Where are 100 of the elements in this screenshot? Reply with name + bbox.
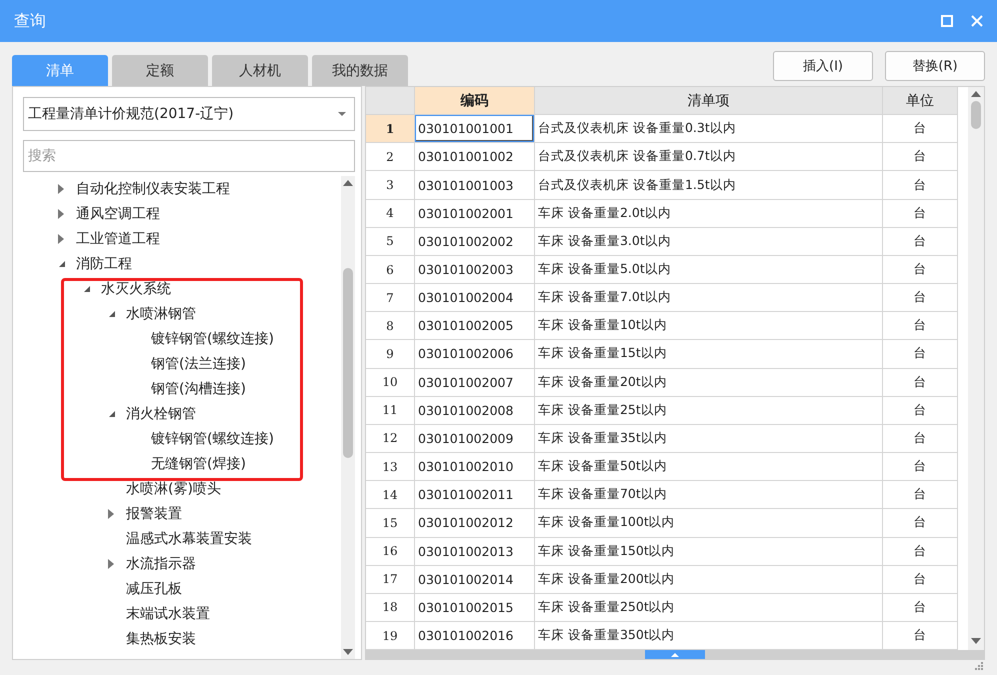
table-cell: 030101002010 bbox=[415, 453, 535, 482]
table-cell: 车床 设备重量15t以内 bbox=[535, 340, 883, 369]
table-cell: 030101002012 bbox=[415, 509, 535, 538]
column-header[interactable]: 单位 bbox=[883, 87, 958, 116]
row-number: 19 bbox=[366, 622, 415, 650]
table-cell: 车床 设备重量100t以内 bbox=[535, 509, 883, 538]
table-cell: 台式及仪表机床 设备重量0.3t以内 bbox=[535, 115, 883, 144]
close-icon[interactable] bbox=[971, 15, 983, 27]
tree-item[interactable]: 温感式水幕装置安装 bbox=[126, 530, 252, 548]
tab[interactable]: 我的数据 bbox=[312, 55, 408, 86]
maximize-icon[interactable] bbox=[941, 15, 953, 27]
table-cell: 车床 设备重量200t以内 bbox=[535, 566, 883, 594]
scroll-up-icon[interactable] bbox=[343, 180, 353, 186]
scroll-down-icon[interactable] bbox=[343, 649, 353, 655]
table-cell: 030101001002 bbox=[415, 143, 535, 172]
table-cell: 台 bbox=[883, 424, 958, 454]
table-cell: 030101002008 bbox=[415, 396, 535, 425]
caret-right-icon[interactable] bbox=[58, 184, 64, 194]
table-cell: 030101002015 bbox=[415, 594, 535, 622]
table-cell: 车床 设备重量70t以内 bbox=[535, 481, 883, 510]
table-cell: 030101002011 bbox=[415, 481, 535, 510]
tree-scrollbar[interactable] bbox=[341, 176, 355, 659]
tree-item[interactable]: 钢管(沟槽连接) bbox=[151, 380, 246, 398]
table-cell: 车床 设备重量2.0t以内 bbox=[535, 200, 883, 228]
table-cell: 030101001001 bbox=[415, 115, 535, 144]
tree-item[interactable]: 末端试水装置 bbox=[126, 604, 210, 622]
row-number: 11 bbox=[366, 396, 415, 425]
table-cell: 车床 设备重量25t以内 bbox=[535, 396, 883, 425]
tree-item[interactable]: 消火栓钢管 bbox=[126, 404, 196, 422]
row-number: 14 bbox=[366, 481, 415, 510]
table-cell: 台 bbox=[883, 171, 958, 200]
row-number: 17 bbox=[366, 566, 415, 594]
table-cell: 车床 设备重量50t以内 bbox=[535, 453, 883, 482]
row-number: 2 bbox=[366, 143, 415, 172]
scrollbar-thumb[interactable] bbox=[343, 268, 353, 458]
tree-item[interactable]: 镀锌钢管(螺纹连接) bbox=[151, 330, 274, 348]
caret-right-icon[interactable] bbox=[58, 208, 64, 218]
table-cell: 台 bbox=[883, 481, 958, 510]
horizontal-scrollbar[interactable] bbox=[366, 650, 984, 659]
row-number: 13 bbox=[366, 453, 415, 482]
tree-item[interactable]: 镀锌钢管(螺纹连接) bbox=[151, 430, 274, 448]
row-number: 10 bbox=[366, 368, 415, 397]
table-cell: 车床 设备重量10t以内 bbox=[535, 312, 883, 340]
tab[interactable]: 人材机 bbox=[212, 55, 308, 86]
table-cell: 台 bbox=[883, 453, 958, 482]
caret-up-icon[interactable] bbox=[671, 652, 679, 656]
table-cell: 车床 设备重量3.0t以内 bbox=[535, 228, 883, 256]
insert-button[interactable]: 插入(I) bbox=[773, 51, 873, 81]
table-cell: 台 bbox=[883, 368, 958, 397]
caret-right-icon[interactable] bbox=[108, 558, 114, 568]
table-cell: 030101002014 bbox=[415, 566, 535, 594]
caret-down-icon[interactable] bbox=[108, 410, 116, 418]
caret-right-icon[interactable] bbox=[58, 234, 64, 244]
scroll-down-icon[interactable] bbox=[971, 638, 981, 644]
table-cell: 030101002009 bbox=[415, 424, 535, 454]
tree-item[interactable]: 集热板安装 bbox=[126, 630, 196, 648]
row-number: 8 bbox=[366, 312, 415, 340]
scroll-up-icon[interactable] bbox=[971, 91, 981, 97]
row-number: 3 bbox=[366, 171, 415, 200]
library-dropdown[interactable]: 工程量清单计价规范(2017-辽宁) bbox=[23, 97, 355, 131]
table-cell: 台 bbox=[883, 538, 958, 566]
row-number: 15 bbox=[366, 509, 415, 538]
tree-item[interactable]: 自动化控制仪表安装工程 bbox=[76, 180, 230, 198]
table-scrollbar[interactable] bbox=[968, 87, 984, 650]
table-cell: 台 bbox=[883, 594, 958, 622]
caret-down-icon[interactable] bbox=[108, 310, 116, 318]
search-field[interactable]: 搜索 bbox=[23, 140, 355, 172]
table-cell: 车床 设备重量250t以内 bbox=[535, 594, 883, 622]
table-cell: 030101002002 bbox=[415, 228, 535, 256]
table-cell: 台 bbox=[883, 284, 958, 312]
tree-item[interactable]: 钢管(法兰连接) bbox=[151, 354, 246, 372]
tree-item[interactable]: 消防工程 bbox=[76, 254, 132, 272]
tree-item[interactable]: 水喷淋钢管 bbox=[126, 304, 196, 322]
tree-item[interactable]: 工业管道工程 bbox=[76, 230, 160, 248]
tree-item[interactable]: 水流指示器 bbox=[126, 554, 196, 572]
table-cell: 车床 设备重量20t以内 bbox=[535, 368, 883, 397]
table-cell: 030101002005 bbox=[415, 312, 535, 340]
tree-item[interactable]: 无缝钢管(焊接) bbox=[151, 454, 246, 472]
row-number: 7 bbox=[366, 284, 415, 312]
tab[interactable]: 定额 bbox=[112, 55, 208, 86]
column-header[interactable]: 清单项 bbox=[535, 87, 883, 116]
tree-item[interactable]: 减压孔板 bbox=[126, 580, 182, 598]
table-cell: 030101002004 bbox=[415, 284, 535, 312]
row-number: 5 bbox=[366, 228, 415, 256]
caret-down-icon[interactable] bbox=[83, 284, 91, 292]
tree-item[interactable]: 水喷淋(雾)喷头 bbox=[126, 480, 221, 498]
scrollbar-thumb[interactable] bbox=[971, 101, 981, 129]
table-cell: 030101002001 bbox=[415, 200, 535, 228]
replace-button[interactable]: 替换(R) bbox=[885, 51, 985, 81]
table-cell: 台式及仪表机床 设备重量0.7t以内 bbox=[535, 143, 883, 172]
tree-item[interactable]: 报警装置 bbox=[126, 504, 182, 522]
resize-grip-icon[interactable] bbox=[975, 662, 983, 670]
caret-right-icon[interactable] bbox=[108, 508, 114, 518]
caret-down-icon[interactable] bbox=[58, 260, 66, 268]
tree-item[interactable]: 水灭火系统 bbox=[101, 280, 171, 298]
table-cell: 台 bbox=[883, 228, 958, 256]
tree-item[interactable]: 通风空调工程 bbox=[76, 204, 160, 222]
table-cell: 台 bbox=[883, 340, 958, 369]
column-header[interactable]: 编码 bbox=[415, 87, 535, 116]
row-number: 1 bbox=[366, 115, 415, 144]
